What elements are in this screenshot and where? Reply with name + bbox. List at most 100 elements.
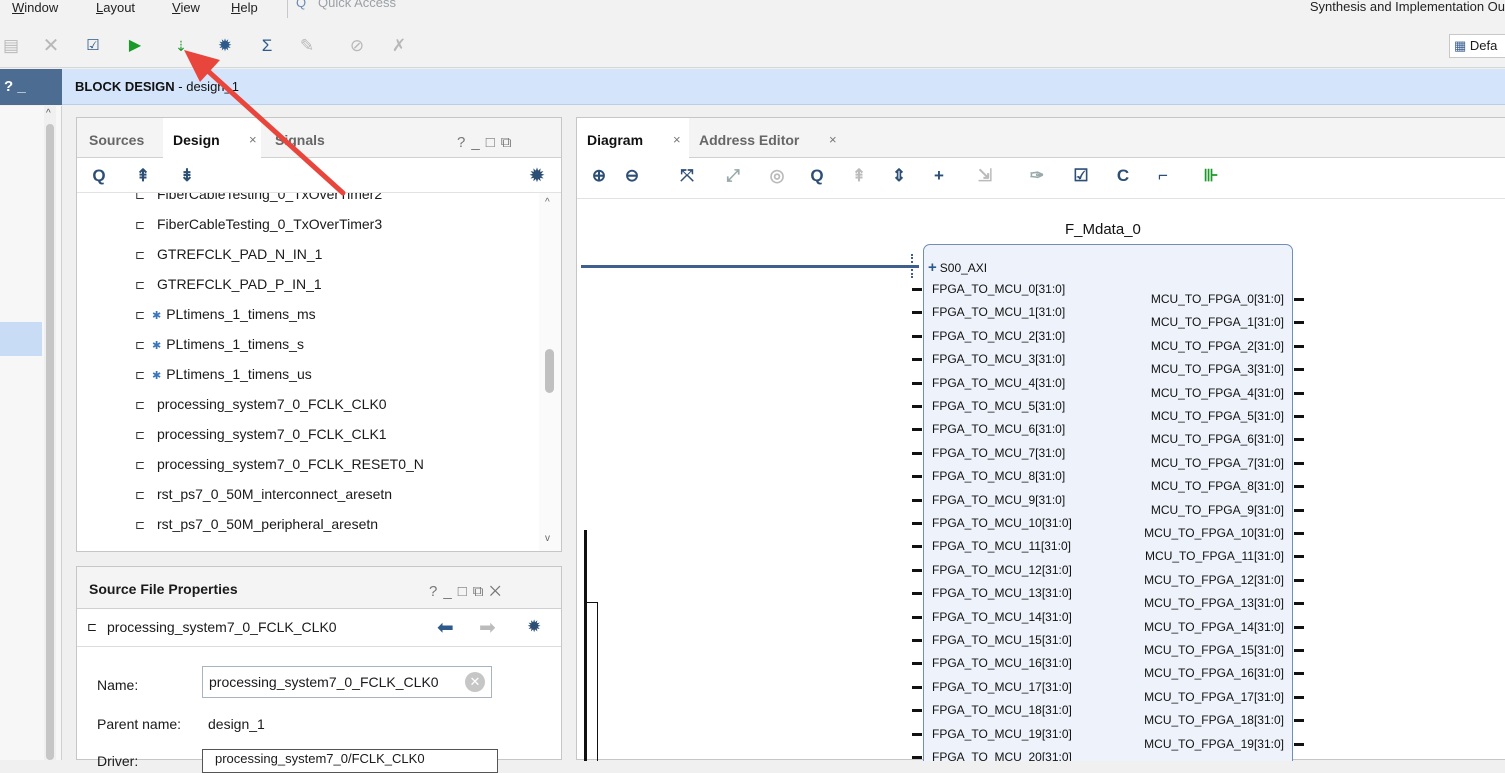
- flow-navigator-scroll-thumb[interactable]: [46, 124, 54, 760]
- input-pin[interactable]: [912, 428, 922, 432]
- disconnect-icon[interactable]: ⊘: [346, 35, 368, 57]
- input-pin[interactable]: [912, 498, 922, 502]
- input-port[interactable]: FPGA_TO_MCU_5[31:0]: [932, 399, 1065, 413]
- input-pin[interactable]: [912, 592, 922, 596]
- tree-item[interactable]: ⊏ FiberCableTesting_0_TxOverTimer2: [135, 193, 382, 209]
- regenerate-layout-icon[interactable]: C: [1113, 166, 1133, 186]
- flow-navigator-controls[interactable]: ? _: [0, 69, 62, 105]
- input-pin[interactable]: [912, 615, 922, 619]
- output-port[interactable]: MCU_TO_FPGA_11[31:0]: [1145, 549, 1284, 563]
- maximize-icon[interactable]: □: [458, 583, 473, 600]
- scroll-up-icon[interactable]: ^: [46, 108, 51, 119]
- output-port[interactable]: MCU_TO_FPGA_6[31:0]: [1151, 432, 1284, 446]
- tree-item[interactable]: ⊏ FiberCableTesting_0_TxOverTimer3: [135, 209, 382, 239]
- input-port[interactable]: FPGA_TO_MCU_19[31:0]: [932, 727, 1072, 741]
- output-pin[interactable]: [1294, 555, 1304, 559]
- output-pin[interactable]: [1294, 344, 1304, 348]
- output-pin[interactable]: [1294, 719, 1304, 723]
- output-pin[interactable]: [1294, 438, 1304, 442]
- close-icon[interactable]: ✕: [489, 583, 506, 600]
- input-pin[interactable]: [912, 451, 922, 455]
- wire-bus[interactable]: [584, 530, 587, 761]
- input-pin[interactable]: [912, 709, 922, 713]
- input-port[interactable]: FPGA_TO_MCU_0[31:0]: [932, 282, 1065, 296]
- input-port[interactable]: FPGA_TO_MCU_12[31:0]: [932, 563, 1072, 577]
- output-pin[interactable]: [1294, 461, 1304, 465]
- zoom-out-icon[interactable]: ⊖: [622, 166, 642, 186]
- input-pin[interactable]: [912, 288, 922, 291]
- output-port[interactable]: MCU_TO_FPGA_12[31:0]: [1144, 573, 1284, 587]
- ip-block-f-mdata[interactable]: + S00_AXI FPGA_TO_MCU_0[31:0] FPGA_TO_MCU_…: [912, 244, 1304, 761]
- flow-navigator-selected-item[interactable]: [0, 322, 42, 356]
- wire-signal[interactable]: [597, 602, 598, 761]
- design-tree-scrollbar[interactable]: ^ v: [539, 193, 561, 551]
- collapse-all-icon[interactable]: ⇞: [133, 166, 153, 186]
- quick-access-input[interactable]: Q Quick Access: [287, 0, 467, 18]
- tree-item[interactable]: ⊏ GTREFCLK_PAD_P_IN_1: [135, 269, 322, 299]
- input-port[interactable]: FPGA_TO_MCU_8[31:0]: [932, 469, 1065, 483]
- output-port[interactable]: MCU_TO_FPGA_2[31:0]: [1151, 339, 1284, 353]
- axi-interconnect-wire[interactable]: [581, 265, 919, 268]
- output-pin[interactable]: [1294, 415, 1304, 418]
- scroll-down-icon[interactable]: v: [545, 533, 550, 544]
- close-diagram-tab-icon[interactable]: ×: [673, 132, 681, 147]
- tree-item[interactable]: ⊏ processing_system7_0_FCLK_CLK1: [135, 419, 387, 449]
- pin-icon[interactable]: ⌐: [1153, 166, 1173, 186]
- input-pin[interactable]: [912, 358, 922, 362]
- wrench-icon[interactable]: ✑: [1027, 166, 1047, 186]
- settings-icon[interactable]: ✹: [214, 35, 236, 57]
- menu-help[interactable]: Help: [231, 0, 258, 15]
- input-port[interactable]: FPGA_TO_MCU_18[31:0]: [932, 703, 1072, 717]
- input-pin[interactable]: [912, 662, 922, 666]
- gear-icon[interactable]: ✹: [527, 617, 541, 637]
- output-port[interactable]: MCU_TO_FPGA_5[31:0]: [1151, 409, 1284, 423]
- output-pin[interactable]: [1294, 695, 1304, 699]
- add-ip-icon[interactable]: +: [929, 166, 949, 186]
- input-pin[interactable]: [912, 639, 922, 642]
- output-pin[interactable]: [1294, 485, 1304, 489]
- expand-icon[interactable]: ⇕: [889, 166, 909, 186]
- output-pin[interactable]: [1294, 298, 1304, 301]
- copy-icon[interactable]: ▤: [0, 35, 22, 57]
- output-port[interactable]: MCU_TO_FPGA_4[31:0]: [1151, 386, 1284, 400]
- float-icon[interactable]: ⧉: [473, 583, 490, 600]
- output-pin[interactable]: [1294, 625, 1304, 629]
- output-port[interactable]: MCU_TO_FPGA_15[31:0]: [1144, 643, 1284, 657]
- tree-item[interactable]: ⊏ rst_ps7_0_50M_peripheral_aresetn: [135, 509, 378, 539]
- tree-item[interactable]: ⊏ rst_ps7_0_50M_interconnect_aresetn: [135, 479, 392, 509]
- forward-arrow-icon[interactable]: ➡: [479, 615, 496, 640]
- output-pin[interactable]: [1294, 578, 1304, 582]
- clear-icon[interactable]: ✕: [465, 672, 485, 692]
- input-pin[interactable]: [912, 756, 922, 759]
- output-pin[interactable]: [1294, 368, 1304, 372]
- run-icon[interactable]: ▶: [124, 35, 146, 57]
- validate-icon[interactable]: ☑: [82, 35, 104, 57]
- menu-view[interactable]: View: [172, 0, 200, 15]
- design-tree-scroll-thumb[interactable]: [545, 349, 554, 393]
- output-port[interactable]: MCU_TO_FPGA_9[31:0]: [1151, 503, 1284, 517]
- zoom-area-icon[interactable]: ⤢: [723, 166, 743, 186]
- output-port[interactable]: MCU_TO_FPGA_19[31:0]: [1144, 737, 1284, 751]
- tree-item[interactable]: ⊏ GTREFCLK_PAD_N_IN_1: [135, 239, 322, 269]
- input-port[interactable]: FPGA_TO_MCU_7[31:0]: [932, 446, 1065, 460]
- input-port[interactable]: FPGA_TO_MCU_10[31:0]: [932, 516, 1072, 530]
- input-pin[interactable]: [912, 545, 922, 549]
- output-port[interactable]: MCU_TO_FPGA_16[31:0]: [1144, 666, 1284, 680]
- output-port[interactable]: MCU_TO_FPGA_0[31:0]: [1151, 292, 1284, 306]
- make-external-icon[interactable]: ⇲: [975, 166, 995, 186]
- input-port[interactable]: FPGA_TO_MCU_11[31:0]: [932, 539, 1071, 553]
- generate-bitstream-icon[interactable]: ⇣: [170, 35, 192, 57]
- output-port[interactable]: MCU_TO_FPGA_13[31:0]: [1144, 596, 1284, 610]
- input-port[interactable]: FPGA_TO_MCU_1[31:0]: [932, 305, 1065, 319]
- input-pin[interactable]: [912, 522, 922, 525]
- diagram-canvas[interactable]: F_Mdata_0 + S00_AXI FPGA_TO_MCU_0[31:0] FP…: [577, 202, 1505, 761]
- output-port[interactable]: MCU_TO_FPGA_1[31:0]: [1151, 315, 1284, 329]
- help-icon[interactable]: ?: [429, 583, 443, 600]
- float-icon[interactable]: ⧉: [501, 134, 518, 151]
- expand-port-icon[interactable]: +: [928, 259, 937, 276]
- input-port[interactable]: FPGA_TO_MCU_13[31:0]: [932, 586, 1072, 600]
- delete-icon[interactable]: ✕: [40, 35, 62, 57]
- tab-address-editor[interactable]: Address Editor: [689, 118, 809, 158]
- input-port[interactable]: FPGA_TO_MCU_20[31:0]: [932, 750, 1072, 761]
- minimize-icon[interactable]: _: [443, 583, 457, 600]
